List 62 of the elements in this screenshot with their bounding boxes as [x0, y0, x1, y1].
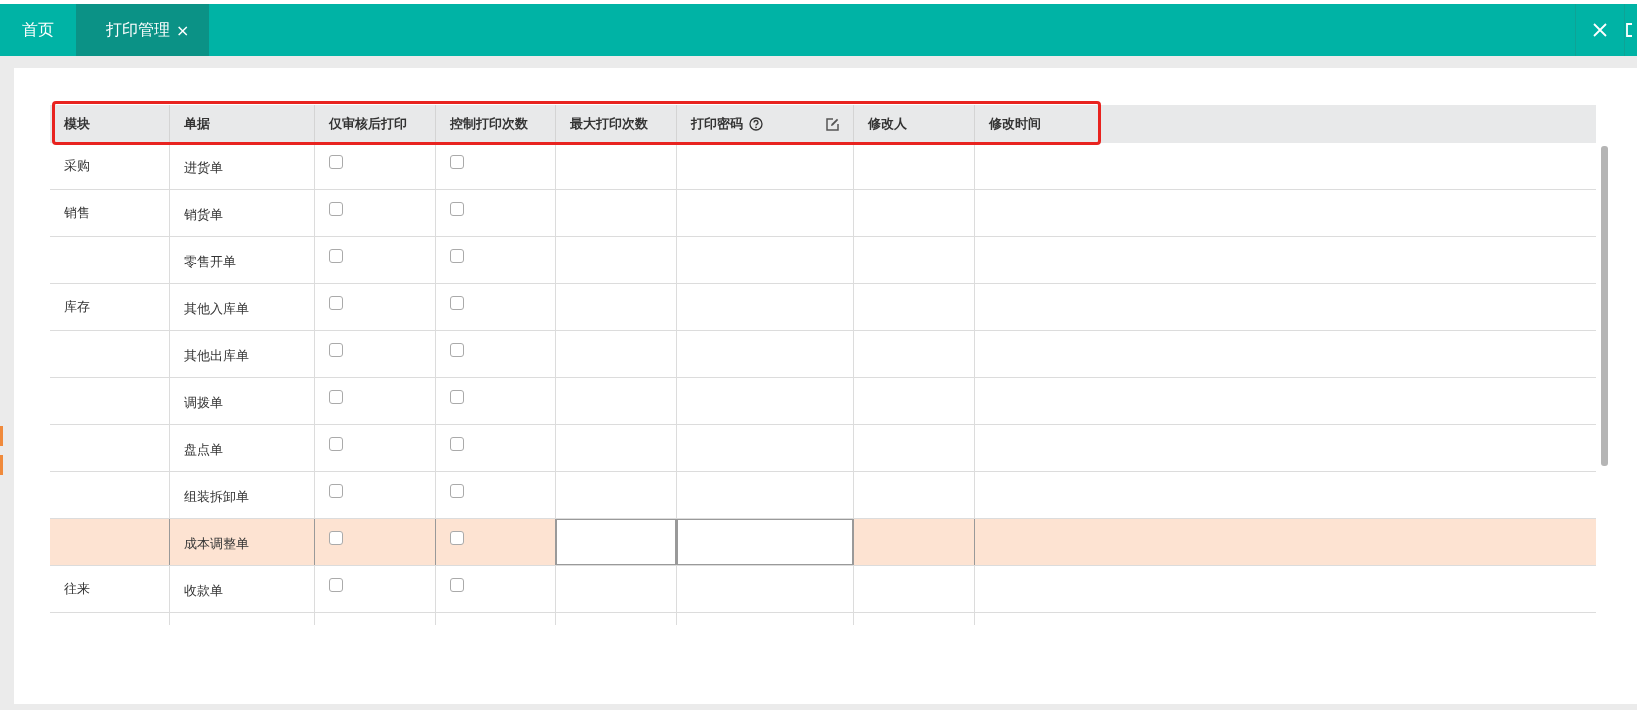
edge-marker[interactable]	[0, 455, 3, 475]
column-header: 控制打印次数	[450, 115, 528, 133]
table-cell: 组装拆卸单	[184, 488, 249, 506]
edit-icon[interactable]	[826, 117, 839, 131]
column-header: 单据	[184, 115, 210, 133]
table-cell: 零售开单	[184, 253, 236, 271]
table-row[interactable]: 调拨单	[50, 378, 1596, 425]
table-cell: 其他入库单	[184, 300, 249, 318]
column-header: 打印密码	[691, 115, 743, 133]
checkbox[interactable]	[450, 437, 464, 451]
checkbox[interactable]	[329, 531, 343, 545]
checkbox[interactable]	[329, 484, 343, 498]
checkbox[interactable]	[329, 202, 343, 216]
fullscreen-icon[interactable]	[1625, 22, 1633, 38]
checkbox[interactable]	[450, 484, 464, 498]
tab-close[interactable]: ×	[176, 20, 190, 40]
checkbox[interactable]	[450, 155, 464, 169]
column-header: 修改时间	[989, 115, 1041, 133]
checkbox[interactable]	[450, 202, 464, 216]
edge-marker[interactable]	[0, 426, 3, 446]
table-row[interactable]: 库存 其他入库单	[50, 284, 1596, 331]
table-cell: 收款单	[184, 582, 223, 600]
input-field[interactable]	[556, 519, 676, 565]
table-cell: 采购	[64, 157, 90, 175]
table-row[interactable]: 往来 收款单	[50, 566, 1596, 613]
table-cell: 盘点单	[184, 441, 223, 459]
help-icon[interactable]	[749, 117, 763, 131]
column-header: 修改人	[868, 115, 907, 133]
scrollbar-thumb[interactable]	[1601, 146, 1608, 466]
checkbox[interactable]	[450, 578, 464, 592]
checkbox[interactable]	[329, 343, 343, 357]
checkbox[interactable]	[450, 343, 464, 357]
table-row[interactable]: 采购 进货单	[50, 143, 1596, 190]
checkbox[interactable]	[329, 296, 343, 310]
selected-row[interactable]: 成本调整单	[50, 519, 1596, 566]
tab[interactable]: 打印管理 ×	[76, 4, 210, 56]
checkbox[interactable]	[329, 155, 343, 169]
table-cell: 往来	[64, 580, 90, 598]
table-cell: 调拨单	[184, 394, 223, 412]
table-row[interactable]: 零售开单	[50, 237, 1596, 284]
table-cell: 销货单	[184, 206, 223, 224]
table-cell: 销售	[64, 204, 90, 222]
table-row[interactable]: 销售 销货单	[50, 190, 1596, 237]
close-icon[interactable]	[1593, 23, 1607, 37]
checkbox[interactable]	[329, 437, 343, 451]
checkbox[interactable]	[329, 249, 343, 263]
input-field[interactable]	[677, 519, 853, 565]
checkbox[interactable]	[450, 390, 464, 404]
column-header: 最大打印次数	[570, 115, 648, 133]
table-row[interactable]: 盘点单	[50, 425, 1596, 472]
table-cell: 进货单	[184, 159, 223, 177]
checkbox[interactable]	[329, 390, 343, 404]
table-cell: 其他出库单	[184, 347, 249, 365]
checkbox[interactable]	[450, 249, 464, 263]
checkbox[interactable]	[450, 296, 464, 310]
column-header: 模块	[64, 115, 90, 133]
checkbox[interactable]	[450, 531, 464, 545]
table-row[interactable]: 其他出库单	[50, 331, 1596, 378]
table-cell: 成本调整单	[184, 535, 249, 553]
table-cell: 库存	[64, 298, 90, 316]
checkbox[interactable]	[329, 578, 343, 592]
column-header: 仅审核后打印	[329, 115, 407, 133]
